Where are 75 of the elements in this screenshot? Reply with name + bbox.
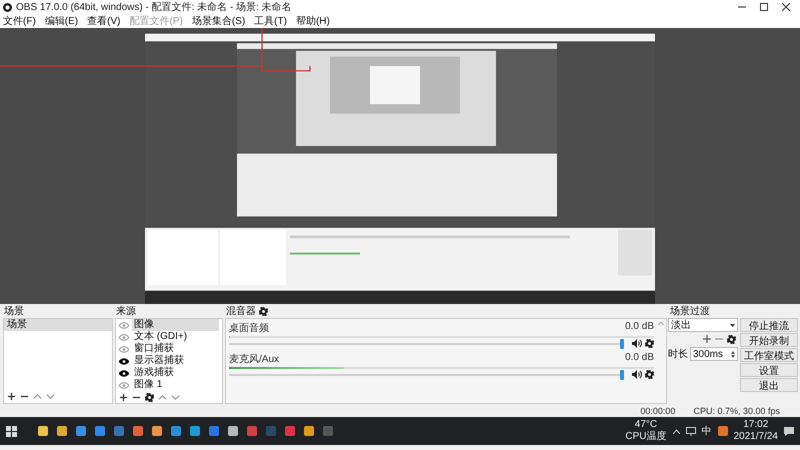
app-icon[interactable]: [75, 425, 87, 437]
source-item[interactable]: 图像 1: [132, 379, 219, 391]
speaker-icon[interactable]: [632, 370, 642, 379]
temperature-reading: 47°C: [634, 419, 658, 430]
source-item[interactable]: 文本 (GDI+): [132, 331, 219, 343]
network-icon[interactable]: [686, 426, 696, 436]
menu-item[interactable]: 工具(T): [254, 14, 287, 28]
add-icon[interactable]: [7, 392, 16, 401]
chevron-up-icon[interactable]: [672, 428, 680, 434]
duration-field[interactable]: 300ms: [690, 347, 738, 361]
volume-reading: 0.0 dB: [625, 352, 654, 365]
menu-item[interactable]: 编辑(E): [44, 14, 78, 28]
menu-item[interactable]: 查看(V): [87, 14, 120, 28]
dock-title: 场景: [3, 304, 25, 318]
dock-title: 混音器: [226, 304, 256, 318]
control-button[interactable]: 停止推流: [740, 318, 798, 332]
move-down-icon[interactable]: [46, 392, 55, 401]
move-up-icon[interactable]: [158, 393, 167, 402]
spinner-icon: [731, 350, 735, 358]
app-icon[interactable]: [718, 426, 728, 436]
slider-handle[interactable]: [620, 370, 624, 380]
record-time: 00:00:00: [640, 406, 676, 416]
gear-icon[interactable]: [645, 339, 654, 348]
app-logo-icon: [3, 2, 12, 12]
slider-handle[interactable]: [620, 338, 624, 348]
notification-icon[interactable]: [784, 426, 794, 436]
add-icon[interactable]: [703, 335, 711, 343]
app-icon[interactable]: [132, 425, 144, 437]
clock-time[interactable]: 17:02: [743, 419, 768, 431]
move-up-icon[interactable]: [33, 392, 42, 401]
gear-icon[interactable]: [645, 370, 654, 379]
start-icon[interactable]: [6, 426, 17, 436]
menu-item[interactable]: 场景集合(S): [192, 14, 246, 28]
maximize-icon[interactable]: [760, 3, 768, 11]
add-icon[interactable]: [119, 393, 128, 402]
dock-title: 来源: [115, 304, 137, 318]
dock-title: 场景过渡: [669, 304, 711, 318]
move-down-icon[interactable]: [171, 393, 180, 402]
duration-label: 时长: [668, 348, 688, 361]
menu-item[interactable]: 帮助(H): [296, 14, 330, 28]
source-item[interactable]: 游戏捕获: [132, 367, 219, 379]
window-title: OBS 17.0.0 (64bit, windows) - 配置文件: 未命名 - 场景: 未命名: [16, 0, 293, 14]
speaker-icon[interactable]: [632, 339, 642, 348]
app-icon[interactable]: [189, 425, 201, 437]
input-method[interactable]: 中: [702, 424, 712, 438]
app-icon[interactable]: [37, 425, 49, 437]
app-icon[interactable]: [151, 425, 163, 437]
control-button[interactable]: 设置: [740, 363, 798, 377]
control-button[interactable]: 退出: [740, 378, 798, 392]
dropdown-icon: [730, 324, 735, 326]
app-icon[interactable]: [94, 425, 106, 437]
gear-icon[interactable]: [727, 335, 736, 344]
channel-name: 桌面音频: [229, 322, 269, 335]
volume-reading: 0.0 dB: [625, 321, 654, 334]
settings-icon[interactable]: [259, 306, 268, 316]
eye-icon[interactable]: [119, 370, 129, 376]
app-icon[interactable]: [303, 425, 315, 437]
transition-select[interactable]: 淡出: [668, 318, 738, 332]
scene-item[interactable]: 场景: [4, 319, 112, 331]
app-icon[interactable]: [56, 425, 68, 437]
app-icon[interactable]: [170, 425, 182, 437]
app-icon[interactable]: [227, 425, 239, 437]
cpu-status: CPU: 0.7%, 30.00 fps: [693, 406, 780, 416]
control-button[interactable]: 开始录制: [740, 333, 798, 347]
source-item[interactable]: 显示器捕获: [132, 355, 219, 367]
channel-name: 麦克风/Aux: [229, 352, 280, 366]
source-item[interactable]: 窗口捕获: [132, 343, 219, 355]
temperature-label: CPU温度: [625, 431, 666, 443]
close-icon[interactable]: [782, 3, 790, 11]
source-item[interactable]: 图像: [132, 319, 219, 331]
gear-icon[interactable]: [145, 393, 154, 402]
eye-icon[interactable]: [119, 358, 129, 364]
menu-item[interactable]: 文件(F): [3, 14, 36, 28]
control-button[interactable]: 工作室模式: [740, 348, 798, 362]
clock-date[interactable]: 2021/7/24: [734, 431, 778, 443]
